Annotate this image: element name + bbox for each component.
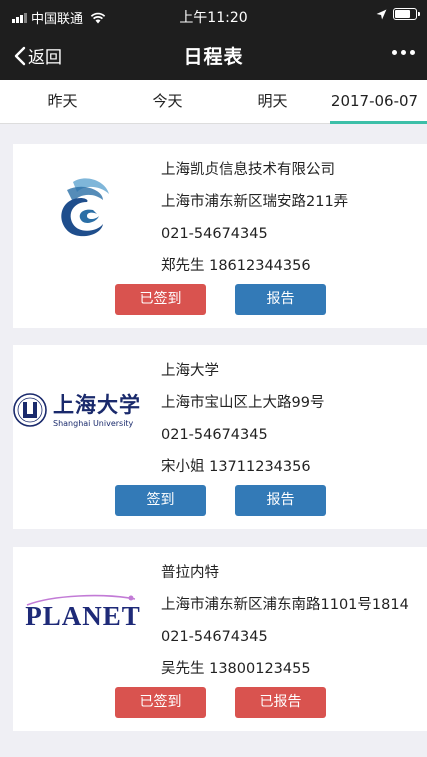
nav-bar: 返回 日程表	[0, 30, 427, 80]
logo-text: PLANET	[25, 600, 141, 631]
company-contact: 吴先生 13800123455	[161, 661, 311, 677]
schedule-card: PLANET 普拉内特 上海市浦东新区浦东南路1101号1814 021-546…	[13, 547, 427, 731]
company-name: 上海凯贞信息技术有限公司	[161, 162, 335, 178]
more-dot-icon	[392, 50, 397, 55]
company-phone: 021-54674345	[161, 427, 268, 443]
company-address: 上海市浦东新区瑞安路211弄	[161, 194, 349, 210]
more-dot-icon	[401, 50, 406, 55]
schedule-card: 上海凯贞信息技术有限公司 上海市浦东新区瑞安路211弄 021-54674345…	[13, 144, 427, 328]
company-info: 上海凯贞信息技术有限公司 上海市浦东新区瑞安路211弄 021-54674345…	[161, 154, 423, 282]
tab-selected-date[interactable]: 2017-06-07	[322, 80, 427, 124]
more-dot-icon	[410, 50, 415, 55]
shanghai-university-emblem-icon	[13, 393, 47, 427]
logo-text-en: Shanghai University	[53, 418, 134, 428]
company-phone: 021-54674345	[161, 629, 268, 645]
tab-yesterday[interactable]: 昨天	[20, 80, 105, 124]
status-bar: 中国联通 上午11:20	[0, 0, 427, 30]
company-info: 上海大学 上海市宝山区上大路99号 021-54674345 宋小姐 13711…	[161, 355, 423, 483]
more-button[interactable]	[390, 44, 417, 61]
status-time: 上午11:20	[179, 10, 248, 26]
logo-text: 上海大学 Shanghai University	[53, 391, 141, 428]
company-phone: 021-54674345	[161, 226, 268, 242]
company-logo: PLANET	[13, 547, 153, 677]
battery-icon	[393, 8, 420, 20]
tab-today[interactable]: 今天	[125, 80, 210, 124]
page-title: 日程表	[183, 46, 244, 68]
status-right	[376, 8, 420, 20]
company-info: 普拉内特 上海市浦东新区浦东南路1101号1814 021-54674345 吴…	[161, 557, 423, 685]
signed-in-button[interactable]: 已签到	[115, 284, 206, 315]
top-bar: 中国联通 上午11:20 返回 日程表	[0, 0, 427, 80]
company-logo	[13, 144, 153, 274]
company-contact: 郑先生 18612344356	[161, 258, 311, 274]
company-address: 上海市宝山区上大路99号	[161, 395, 325, 411]
company-contact: 宋小姐 13711234356	[161, 459, 311, 475]
company-address: 上海市浦东新区浦东南路1101号1814	[161, 597, 409, 613]
date-tabs: 昨天 今天 明天 2017-06-07	[0, 80, 427, 124]
signed-in-button[interactable]: 已签到	[115, 687, 206, 718]
reported-button[interactable]: 已报告	[235, 687, 326, 718]
company-name: 上海大学	[161, 363, 219, 379]
location-arrow-icon	[376, 9, 387, 19]
kaizhen-logo-icon	[61, 178, 109, 237]
tab-tomorrow[interactable]: 明天	[230, 80, 315, 124]
report-button[interactable]: 报告	[235, 485, 326, 516]
company-name: 普拉内特	[161, 565, 219, 581]
company-logo: 上海大学 Shanghai University	[7, 345, 147, 475]
logo-text-cn: 上海大学	[53, 391, 141, 417]
sign-in-button[interactable]: 签到	[115, 485, 206, 516]
schedule-card: 上海大学 Shanghai University 上海大学 上海市宝山区上大路9…	[13, 345, 427, 529]
report-button[interactable]: 报告	[235, 284, 326, 315]
